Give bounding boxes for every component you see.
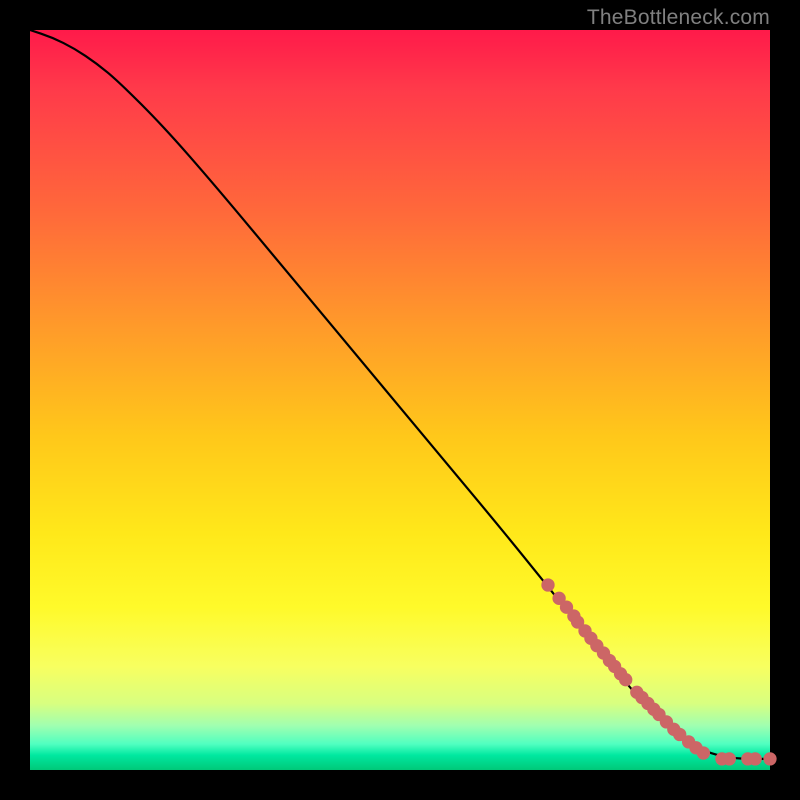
watermark-text: TheBottleneck.com [587,6,770,30]
data-point [763,752,776,765]
data-point [619,673,632,686]
data-point [697,746,710,759]
chart-svg [30,30,770,770]
data-point [749,752,762,765]
bottleneck-curve [30,30,770,759]
data-point [723,752,736,765]
data-points-group [541,578,776,765]
data-point [541,578,554,591]
chart-frame: TheBottleneck.com [0,0,800,800]
plot-area [30,30,770,770]
